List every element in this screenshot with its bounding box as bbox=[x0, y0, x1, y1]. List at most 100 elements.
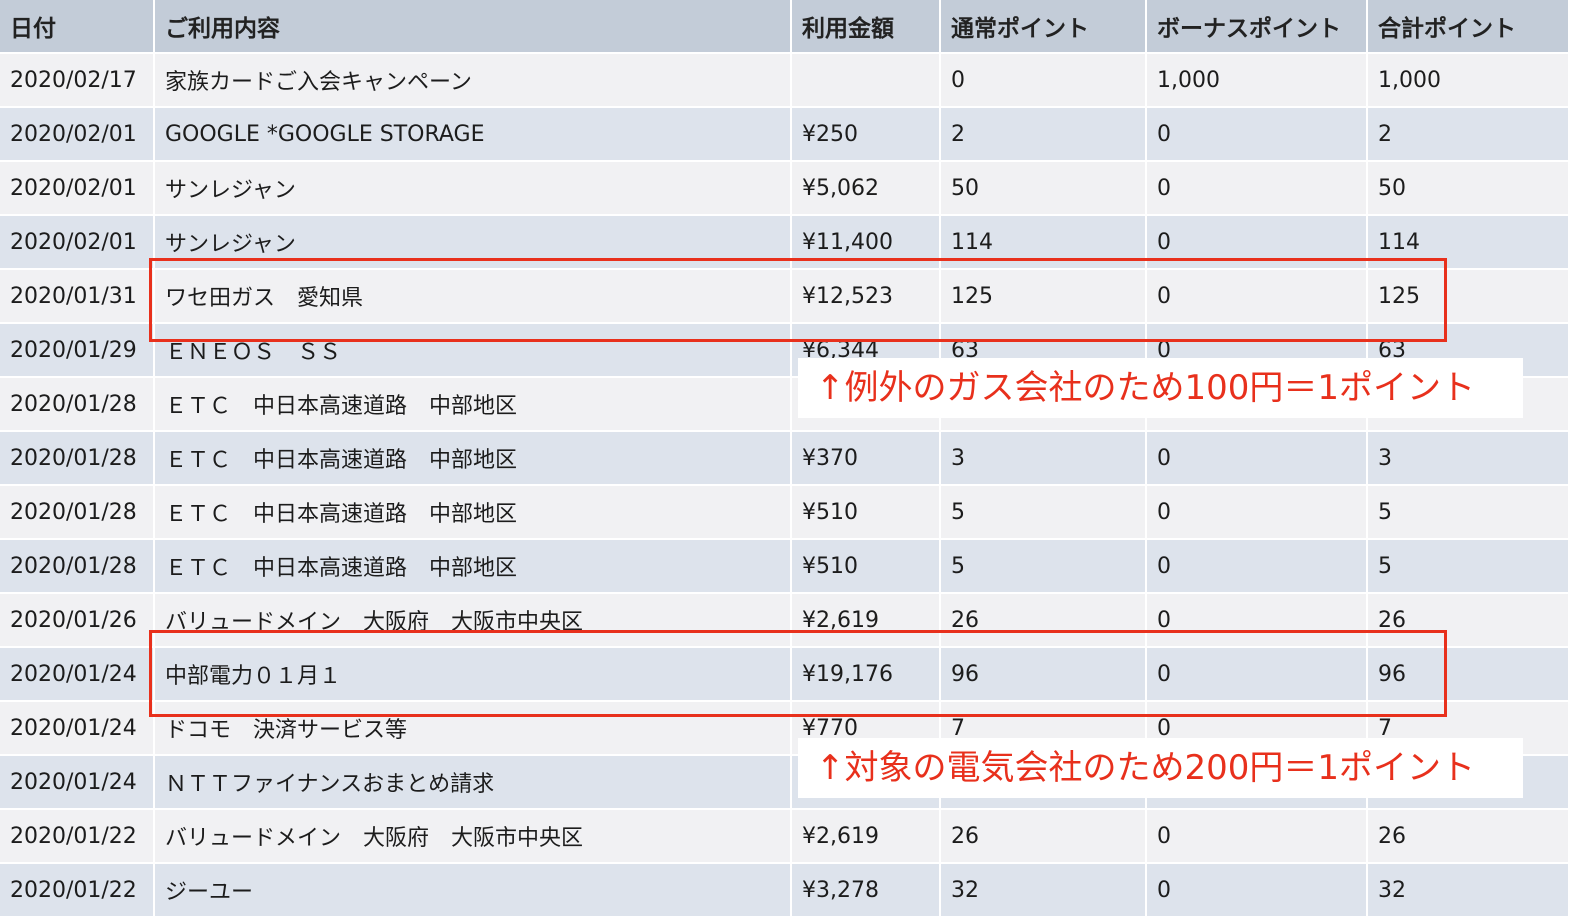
table-row: 2020/02/01 サンレジャン ¥5,062 50 0 50 bbox=[0, 161, 1568, 216]
cell-amount: ¥510 bbox=[791, 485, 941, 540]
cell-amount: ¥19,176 bbox=[791, 647, 941, 702]
cell-amount: ¥3,278 bbox=[791, 863, 941, 918]
cell-total-points: 26 bbox=[1367, 809, 1568, 864]
cell-amount: ¥5,062 bbox=[791, 161, 941, 216]
cell-total-points: 5 bbox=[1367, 539, 1568, 594]
cell-regular-points: 32 bbox=[940, 863, 1147, 918]
cell-bonus-points: 0 bbox=[1146, 269, 1368, 324]
cell-date: 2020/01/24 bbox=[0, 647, 155, 702]
cell-date: 2020/01/24 bbox=[0, 755, 155, 810]
cell-regular-points: 2 bbox=[940, 107, 1147, 162]
cell-bonus-points: 0 bbox=[1146, 431, 1368, 486]
cell-total-points: 5 bbox=[1367, 485, 1568, 540]
cell-regular-points: 50 bbox=[940, 161, 1147, 216]
column-header-regular-points: 通常ポイント bbox=[940, 0, 1147, 54]
header-row: 日付 ご利用内容 利用金額 通常ポイント ボーナスポイント 合計ポイント bbox=[0, 0, 1568, 54]
cell-regular-points: 26 bbox=[940, 809, 1147, 864]
cell-description: ＥＴＣ 中日本高速道路 中部地区 bbox=[154, 485, 792, 540]
cell-description: GOOGLE *GOOGLE STORAGE bbox=[154, 107, 792, 162]
cell-date: 2020/01/31 bbox=[0, 269, 155, 324]
cell-description: ＥＴＣ 中日本高速道路 中部地区 bbox=[154, 539, 792, 594]
cell-date: 2020/01/22 bbox=[0, 809, 155, 864]
table-row: 2020/01/28 ＥＴＣ 中日本高速道路 中部地区 ¥510 5 0 5 bbox=[0, 539, 1568, 594]
table-row: 2020/02/17 家族カードご入会キャンペーン 0 1,000 1,000 bbox=[0, 53, 1568, 108]
table-row: 2020/01/26 バリュードメイン 大阪府 大阪市中央区 ¥2,619 26 0 26 bbox=[0, 593, 1568, 648]
cell-date: 2020/01/28 bbox=[0, 539, 155, 594]
cell-description: ＮＴＴファイナンスおまとめ請求 bbox=[154, 755, 792, 810]
cell-bonus-points: 0 bbox=[1146, 215, 1368, 270]
cell-amount: ¥2,619 bbox=[791, 809, 941, 864]
table-row: 2020/01/28 ＥＴＣ 中日本高速道路 中部地区 ¥370 3 0 3 bbox=[0, 431, 1568, 486]
cell-bonus-points: 0 bbox=[1146, 809, 1368, 864]
table-row: 2020/01/24 中部電力０１月１ ¥19,176 96 0 96 bbox=[0, 647, 1568, 702]
cell-description: サンレジャン bbox=[154, 215, 792, 270]
cell-total-points: 125 bbox=[1367, 269, 1568, 324]
cell-bonus-points: 0 bbox=[1146, 647, 1368, 702]
cell-bonus-points: 0 bbox=[1146, 539, 1368, 594]
cell-bonus-points: 1,000 bbox=[1146, 53, 1368, 108]
cell-total-points: 50 bbox=[1367, 161, 1568, 216]
cell-date: 2020/01/28 bbox=[0, 485, 155, 540]
column-header-description: ご利用内容 bbox=[154, 0, 792, 54]
cell-description: ワセ田ガス 愛知県 bbox=[154, 269, 792, 324]
cell-amount bbox=[791, 53, 941, 108]
table-header: 日付 ご利用内容 利用金額 通常ポイント ボーナスポイント 合計ポイント bbox=[0, 0, 1568, 54]
cell-date: 2020/02/01 bbox=[0, 215, 155, 270]
annotation-gas-note: ↑例外のガス会社のため100円＝1ポイント bbox=[798, 358, 1523, 418]
cell-bonus-points: 0 bbox=[1146, 161, 1368, 216]
cell-total-points: 2 bbox=[1367, 107, 1568, 162]
cell-regular-points: 26 bbox=[940, 593, 1147, 648]
cell-total-points: 1,000 bbox=[1367, 53, 1568, 108]
cell-description: 家族カードご入会キャンペーン bbox=[154, 53, 792, 108]
cell-total-points: 96 bbox=[1367, 647, 1568, 702]
cell-bonus-points: 0 bbox=[1146, 593, 1368, 648]
cell-amount: ¥250 bbox=[791, 107, 941, 162]
cell-date: 2020/01/26 bbox=[0, 593, 155, 648]
table-row: 2020/02/01 GOOGLE *GOOGLE STORAGE ¥250 2 0 2 bbox=[0, 107, 1568, 162]
cell-regular-points: 5 bbox=[940, 485, 1147, 540]
cell-amount: ¥2,619 bbox=[791, 593, 941, 648]
cell-regular-points: 114 bbox=[940, 215, 1147, 270]
cell-regular-points: 125 bbox=[940, 269, 1147, 324]
cell-amount: ¥12,523 bbox=[791, 269, 941, 324]
column-header-amount: 利用金額 bbox=[791, 0, 941, 54]
cell-date: 2020/01/24 bbox=[0, 701, 155, 756]
cell-description: バリュードメイン 大阪府 大阪市中央区 bbox=[154, 593, 792, 648]
column-header-date: 日付 bbox=[0, 0, 155, 54]
cell-amount: ¥11,400 bbox=[791, 215, 941, 270]
cell-description: サンレジャン bbox=[154, 161, 792, 216]
cell-date: 2020/01/28 bbox=[0, 431, 155, 486]
cell-description: ＥＴＣ 中日本高速道路 中部地区 bbox=[154, 377, 792, 432]
cell-description: ＥＮＥＯＳ ＳＳ bbox=[154, 323, 792, 378]
cell-regular-points: 3 bbox=[940, 431, 1147, 486]
cell-description: ジーユー bbox=[154, 863, 792, 918]
cell-bonus-points: 0 bbox=[1146, 863, 1368, 918]
cell-regular-points: 0 bbox=[940, 53, 1147, 108]
cell-description: ＥＴＣ 中日本高速道路 中部地区 bbox=[154, 431, 792, 486]
annotation-electric-note: ↑対象の電気会社のため200円＝1ポイント bbox=[798, 738, 1523, 798]
table-row: 2020/01/22 ジーユー ¥3,278 32 0 32 bbox=[0, 863, 1568, 918]
column-header-bonus-points: ボーナスポイント bbox=[1146, 0, 1368, 54]
cell-date: 2020/02/17 bbox=[0, 53, 155, 108]
column-header-total-points: 合計ポイント bbox=[1367, 0, 1568, 54]
cell-description: ドコモ 決済サービス等 bbox=[154, 701, 792, 756]
cell-date: 2020/01/29 bbox=[0, 323, 155, 378]
table-row: 2020/02/01 サンレジャン ¥11,400 114 0 114 bbox=[0, 215, 1568, 270]
cell-description: バリュードメイン 大阪府 大阪市中央区 bbox=[154, 809, 792, 864]
cell-total-points: 3 bbox=[1367, 431, 1568, 486]
table-row: 2020/01/22 バリュードメイン 大阪府 大阪市中央区 ¥2,619 26 0 26 bbox=[0, 809, 1568, 864]
table-row: 2020/01/28 ＥＴＣ 中日本高速道路 中部地区 ¥510 5 0 5 bbox=[0, 485, 1568, 540]
cell-total-points: 26 bbox=[1367, 593, 1568, 648]
cell-date: 2020/02/01 bbox=[0, 161, 155, 216]
cell-amount: ¥510 bbox=[791, 539, 941, 594]
cell-regular-points: 5 bbox=[940, 539, 1147, 594]
cell-regular-points: 96 bbox=[940, 647, 1147, 702]
cell-date: 2020/01/22 bbox=[0, 863, 155, 918]
cell-bonus-points: 0 bbox=[1146, 107, 1368, 162]
cell-total-points: 114 bbox=[1367, 215, 1568, 270]
cell-bonus-points: 0 bbox=[1146, 485, 1368, 540]
cell-description: 中部電力０１月１ bbox=[154, 647, 792, 702]
cell-amount: ¥370 bbox=[791, 431, 941, 486]
cell-date: 2020/02/01 bbox=[0, 107, 155, 162]
cell-date: 2020/01/28 bbox=[0, 377, 155, 432]
